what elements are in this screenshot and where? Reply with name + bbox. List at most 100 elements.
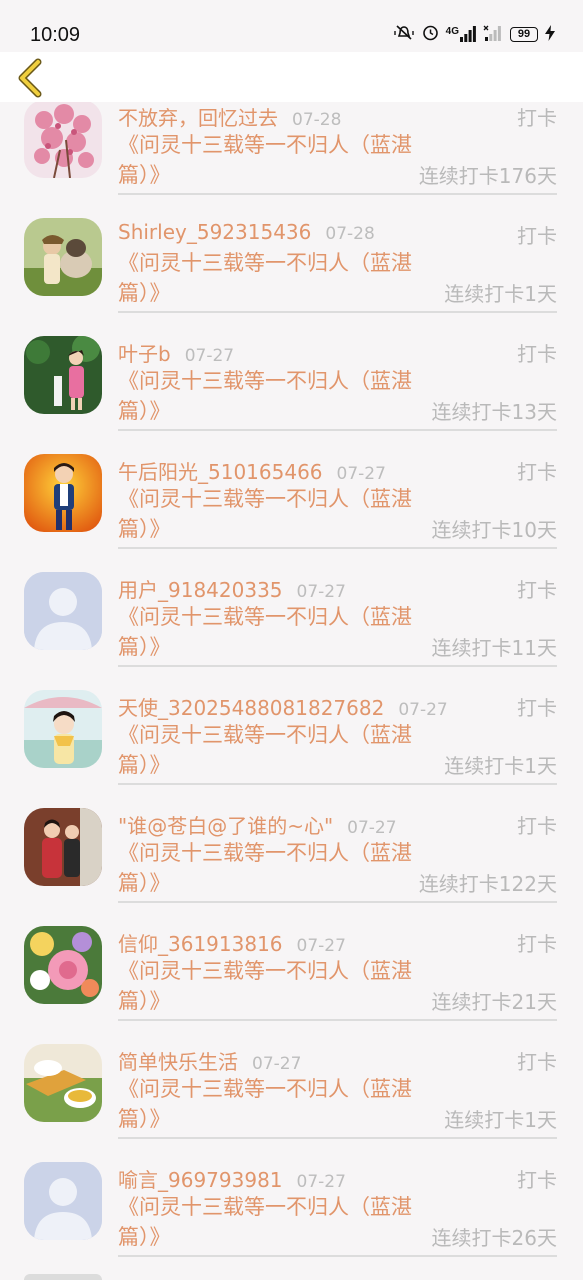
book-title: 《问灵十三载等一不归人（蓝湛篇）》 (118, 1077, 412, 1131)
checkin-label: 打卡 (517, 578, 557, 602)
streak-count: 连续打卡13天 (431, 400, 557, 424)
streak-count: 连续打卡1天 (444, 754, 557, 778)
user-name: 叶子b 07-27 (118, 338, 234, 367)
checkin-date: 07-28 (325, 224, 375, 244)
user-name-text: 简单快乐生活 (118, 1050, 238, 1074)
user-name: 天使_32025488081827682 07-27 (118, 692, 448, 721)
row-divider (118, 901, 557, 903)
battery-level: 99 (517, 27, 531, 40)
book-title: 《问灵十三载等一不归人（蓝湛篇）》 (118, 605, 412, 659)
user-name: 喻言_969793981 07-27 (118, 1164, 346, 1193)
checkin-label: 打卡 (517, 342, 557, 366)
checkin-date: 07-27 (296, 936, 346, 956)
checkin-label: 打卡 (517, 1168, 557, 1192)
checkin-label: 打卡 (517, 696, 557, 720)
user-name: 用户_918420335 07-27 (118, 574, 346, 603)
signal-weak-icon (483, 25, 503, 44)
user-name-text: 不放弃，回忆过去 (118, 106, 278, 130)
checkin-date: 07-28 (292, 110, 342, 130)
checkin-date: 07-27 (398, 700, 448, 720)
row-divider (118, 311, 557, 313)
list-item[interactable]: "谁@苍白@了谁的~心" 07-27 打卡 《问灵十三载等一不归人（蓝湛篇）》 连… (0, 808, 583, 926)
avatar[interactable] (24, 690, 102, 768)
user-name-text: 用户_918420335 (118, 578, 283, 602)
user-name-text: Shirley_592315436 (118, 220, 312, 244)
user-name: 信仰_361913816 07-27 (118, 928, 346, 957)
user-name-text: 叶子b (118, 342, 171, 366)
checkin-date: 07-27 (252, 1054, 302, 1074)
avatar-default[interactable] (24, 1162, 102, 1240)
checkin-label: 打卡 (517, 224, 557, 248)
battery-icon: 99 (510, 26, 538, 42)
row-divider (118, 1137, 557, 1139)
checkin-date: 07-27 (296, 1172, 346, 1192)
book-title: 《问灵十三载等一不归人（蓝湛篇）》 (118, 369, 412, 423)
checkin-date: 07-27 (296, 582, 346, 602)
streak-count: 连续打卡176天 (418, 164, 557, 188)
user-name-text: 天使_32025488081827682 (118, 696, 385, 720)
user-name: 午后阳光_510165466 07-27 (118, 456, 386, 485)
row-divider (118, 1255, 557, 1257)
back-arrow-icon (18, 58, 42, 98)
avatar[interactable] (24, 100, 102, 178)
list-item[interactable]: Shirley_592315436 07-28 打卡 《问灵十三载等一不归人（蓝湛… (0, 218, 583, 336)
list-item[interactable]: 午后阳光_510165466 07-27 打卡 《问灵十三载等一不归人（蓝湛篇）》… (0, 454, 583, 572)
checkin-label: 打卡 (517, 460, 557, 484)
book-title: 《问灵十三载等一不归人（蓝湛篇）》 (118, 959, 412, 1013)
user-name-text: 午后阳光_510165466 (118, 460, 323, 484)
list-item[interactable]: 不放弃，回忆过去 07-28 打卡 《问灵十三载等一不归人（蓝湛篇）》 连续打卡1… (0, 100, 583, 218)
top-bar (0, 52, 583, 102)
avatar[interactable] (24, 218, 102, 296)
streak-count: 连续打卡1天 (444, 1108, 557, 1132)
row-divider (118, 429, 557, 431)
checkin-label: 打卡 (517, 106, 557, 130)
list-item[interactable]: 喻言_969793981 07-27 打卡 《问灵十三载等一不归人（蓝湛篇）》 连… (0, 1162, 583, 1280)
list-item[interactable]: 用户_918420335 07-27 打卡 《问灵十三载等一不归人（蓝湛篇）》 连… (0, 572, 583, 690)
status-icons: 4G 99 (393, 24, 555, 44)
signal-label: 4G (445, 26, 459, 37)
streak-count: 连续打卡1天 (444, 282, 557, 306)
user-name: 不放弃，回忆过去 07-28 (118, 102, 341, 131)
avatar[interactable] (24, 808, 102, 886)
avatar[interactable] (24, 454, 102, 532)
user-name: "谁@苍白@了谁的~心" 07-27 (118, 810, 397, 839)
user-name-text: "谁@苍白@了谁的~心" (118, 814, 334, 838)
signal-4g-icon: 4G (446, 26, 476, 42)
charging-icon (545, 24, 555, 44)
streak-count: 连续打卡122天 (418, 872, 557, 896)
avatar-default[interactable] (24, 572, 102, 650)
checkin-date: 07-27 (336, 464, 386, 484)
book-title: 《问灵十三载等一不归人（蓝湛篇）》 (118, 487, 412, 541)
status-time: 10:09 (30, 24, 81, 46)
alarm-icon (422, 24, 439, 44)
user-name-text: 喻言_969793981 (118, 1168, 283, 1192)
user-name: Shirley_592315436 07-28 (118, 220, 375, 244)
streak-count: 连续打卡11天 (431, 636, 557, 660)
avatar[interactable] (24, 1044, 102, 1122)
checkin-label: 打卡 (517, 932, 557, 956)
list-item[interactable]: 天使_32025488081827682 07-27 打卡 《问灵十三载等一不归人… (0, 690, 583, 808)
list-item[interactable]: 简单快乐生活 07-27 打卡 《问灵十三载等一不归人（蓝湛篇）》 连续打卡1天 (0, 1044, 583, 1162)
mute-vibrate-icon (393, 24, 415, 44)
avatar[interactable] (24, 926, 102, 1004)
status-bar: 10:09 4G 99 (0, 0, 583, 52)
list-item[interactable]: 叶子b 07-27 打卡 《问灵十三载等一不归人（蓝湛篇）》 连续打卡13天 (0, 336, 583, 454)
book-title: 《问灵十三载等一不归人（蓝湛篇）》 (118, 841, 412, 895)
book-title: 《问灵十三载等一不归人（蓝湛篇）》 (118, 723, 412, 777)
back-button[interactable] (14, 58, 50, 98)
row-divider (118, 665, 557, 667)
row-divider (118, 783, 557, 785)
row-divider (118, 193, 557, 195)
book-title: 《问灵十三载等一不归人（蓝湛篇）》 (118, 251, 412, 305)
user-name-text: 信仰_361913816 (118, 932, 283, 956)
book-title: 《问灵十三载等一不归人（蓝湛篇）》 (118, 133, 412, 187)
list-item[interactable]: 信仰_361913816 07-27 打卡 《问灵十三载等一不归人（蓝湛篇）》 连… (0, 926, 583, 1044)
checkin-label: 打卡 (517, 1050, 557, 1074)
user-name: 简单快乐生活 07-27 (118, 1046, 301, 1075)
avatar[interactable] (24, 336, 102, 414)
checkin-date: 07-27 (184, 346, 235, 366)
book-title: 《问灵十三载等一不归人（蓝湛篇）》 (118, 1195, 412, 1249)
avatar-partial (24, 1274, 102, 1280)
streak-count: 连续打卡26天 (431, 1226, 557, 1250)
streak-count: 连续打卡21天 (431, 990, 557, 1014)
